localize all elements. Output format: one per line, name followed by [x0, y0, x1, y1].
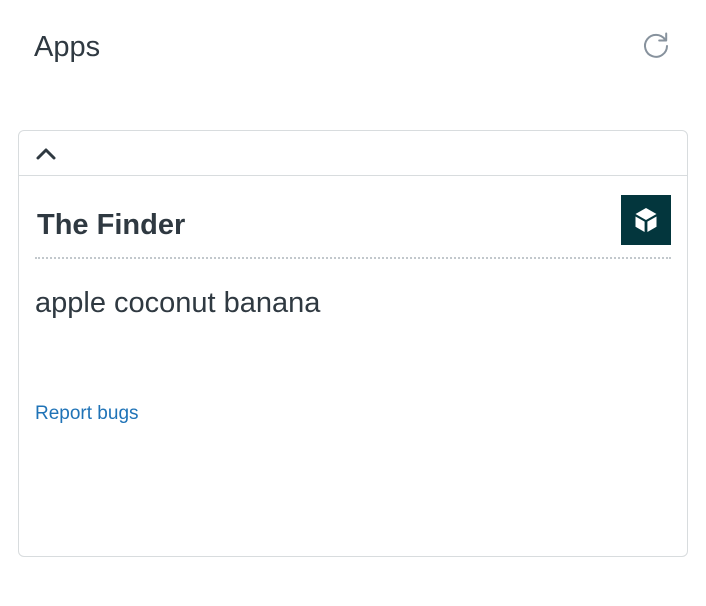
- collapse-button[interactable]: [33, 141, 59, 165]
- app-name: The Finder: [37, 209, 186, 241]
- app-body-text: apple coconut banana: [35, 287, 321, 319]
- refresh-button[interactable]: [638, 28, 674, 64]
- app-heading: The Finder: [35, 195, 671, 259]
- card-toolbar: [19, 131, 687, 176]
- refresh-icon: [644, 32, 668, 58]
- app-logo: [621, 195, 671, 245]
- chevron-up-icon: [36, 148, 56, 160]
- cube-icon: [635, 208, 657, 232]
- report-bugs-link[interactable]: Report bugs: [35, 401, 139, 427]
- apps-header: Apps: [34, 28, 674, 68]
- page-title: Apps: [34, 31, 101, 63]
- app-card: The Finder apple coconut banana Report b…: [18, 130, 688, 557]
